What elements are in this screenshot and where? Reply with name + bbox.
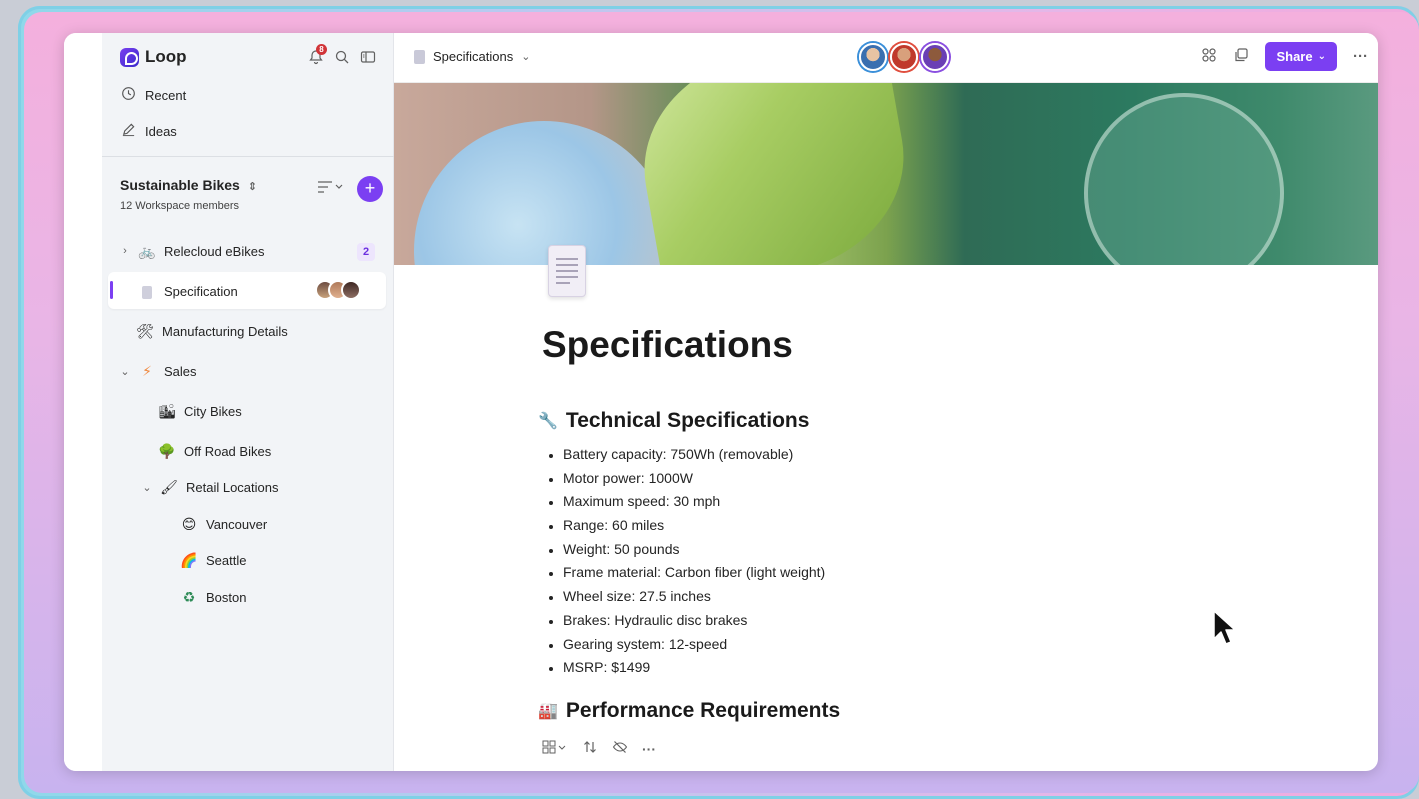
tree-icon: 🌳 — [158, 442, 176, 459]
tree-item-vancouver[interactable]: 😊 Vancouver — [180, 511, 268, 537]
copy-component-icon[interactable] — [1233, 47, 1249, 67]
page-notepad-icon[interactable] — [548, 245, 586, 297]
chevron-down-icon[interactable]: ⌄ — [140, 481, 154, 494]
list-item[interactable]: Weight: 50 pounds — [549, 538, 825, 562]
factory-icon: 🏭 — [538, 703, 558, 720]
notifications-bell-icon[interactable]: 8 — [308, 44, 327, 65]
tree-item-count-badge: 2 — [357, 243, 375, 261]
tree-item-specification[interactable]: Specification — [138, 278, 238, 304]
sidebar: Loop 8 Recent Ideas Sustainable Bikes ⇕ … — [102, 33, 394, 771]
face-icon: 😊 — [181, 515, 197, 532]
avatar[interactable] — [859, 43, 887, 71]
presence-avatars[interactable] — [859, 43, 949, 71]
apps-icon[interactable] — [1201, 47, 1217, 67]
search-icon[interactable] — [334, 49, 350, 65]
more-options-icon[interactable]: ··· — [642, 741, 656, 757]
tree-item-off-road-bikes[interactable]: 🌳 Off Road Bikes — [158, 438, 271, 464]
bike-icon: 🚲 — [138, 242, 156, 259]
tree-item-boston[interactable]: ♻ Boston — [180, 584, 247, 610]
nav-recent-label: Recent — [145, 87, 187, 103]
nav-recent[interactable]: Recent — [120, 86, 186, 104]
spec-list: Battery capacity: 750Wh (removable) Moto… — [549, 443, 825, 680]
tree-item-relecloud-ebikes[interactable]: › 🚲 Relecloud eBikes — [118, 238, 388, 264]
list-item[interactable]: Brakes: Hydraulic disc brakes — [549, 609, 825, 633]
notification-count: 8 — [316, 44, 327, 55]
layout-grid-icon[interactable] — [542, 739, 568, 758]
sort-menu-icon[interactable] — [317, 180, 345, 198]
top-bar: Specifications ⌄ Share ⌄ ··· — [394, 33, 1378, 83]
more-options-icon[interactable]: ··· — [1353, 48, 1368, 65]
chevron-down-icon: ⌄ — [521, 51, 531, 63]
nav-ideas[interactable]: Ideas — [120, 122, 177, 140]
list-item[interactable]: Range: 60 miles — [549, 514, 825, 538]
lightning-icon: ⚡ — [142, 362, 152, 379]
list-item[interactable]: Battery capacity: 750Wh (removable) — [549, 443, 825, 467]
page-title[interactable]: Specifications — [542, 324, 793, 366]
sidebar-divider — [102, 156, 394, 157]
breadcrumb-title: Specifications — [433, 49, 514, 64]
workspace-members: 12 Workspace members — [120, 200, 240, 212]
avatar — [341, 280, 361, 300]
list-item[interactable]: Motor power: 1000W — [549, 467, 825, 491]
tree-item-city-bikes[interactable]: 🏙 City Bikes — [158, 398, 242, 424]
tree-item-manufacturing-details[interactable]: 🛠 Manufacturing Details — [136, 318, 288, 344]
app-name: Loop — [145, 47, 187, 66]
loop-logo-icon — [120, 47, 139, 67]
pencil-icon — [120, 122, 136, 140]
nav-ideas-label: Ideas — [145, 123, 177, 139]
city-icon: 🏙 — [158, 402, 176, 419]
tree-item-sales[interactable]: ⌄ ⚡ Sales — [118, 358, 196, 384]
hide-icon[interactable] — [612, 739, 628, 758]
page-breadcrumb[interactable]: Specifications ⌄ — [414, 49, 530, 64]
wrench-icon: 🔧 — [538, 413, 558, 430]
chevron-down-icon: ⌄ — [1317, 51, 1326, 62]
list-item[interactable]: Gearing system: 12-speed — [549, 633, 825, 657]
loop-app-window: Loop 8 Recent Ideas Sustainable Bikes ⇕ … — [64, 33, 1378, 771]
workspace-switch-icon[interactable]: ⇕ — [248, 181, 257, 193]
collapse-sidebar-icon[interactable] — [360, 49, 376, 65]
document-icon — [414, 49, 425, 64]
workspace-tools: + — [317, 176, 383, 202]
chevron-down-icon[interactable]: ⌄ — [118, 365, 132, 378]
avatar[interactable] — [890, 43, 918, 71]
cover-image — [394, 83, 1378, 265]
section-heading-performance[interactable]: 🏭 Performance Requirements — [538, 699, 840, 723]
tools-icon: 🛠 — [136, 322, 154, 339]
sidebar-top-tools: 8 — [308, 44, 376, 65]
add-page-button[interactable]: + — [357, 176, 383, 202]
chevron-right-icon[interactable]: › — [118, 245, 132, 257]
brush-icon: 🖌 — [160, 478, 178, 495]
share-button[interactable]: Share ⌄ — [1265, 42, 1337, 71]
list-item[interactable]: Wheel size: 27.5 inches — [549, 585, 825, 609]
rainbow-icon: 🌈 — [180, 551, 198, 568]
selected-indicator — [110, 281, 113, 299]
section-heading-technical[interactable]: 🔧 Technical Specifications — [538, 409, 809, 433]
document-icon — [138, 283, 156, 299]
list-item[interactable]: MSRP: $1499 — [549, 656, 825, 680]
workspace-title[interactable]: Sustainable Bikes ⇕ — [120, 177, 257, 193]
app-brand[interactable]: Loop — [120, 47, 187, 67]
list-item[interactable]: Frame material: Carbon fiber (light weig… — [549, 561, 825, 585]
mouse-cursor-icon — [1213, 610, 1236, 645]
main-area: Specifications ⌄ Share ⌄ ··· Specificati… — [394, 33, 1378, 771]
top-right-tools: Share ⌄ ··· — [1201, 42, 1368, 71]
tree-item-retail-locations[interactable]: ⌄ 🖌 Retail Locations — [140, 474, 278, 500]
collaborator-avatars-small — [315, 280, 361, 300]
table-toolbar: ··· — [542, 739, 656, 758]
clock-icon — [120, 86, 136, 104]
recycle-icon: ♻ — [182, 588, 196, 605]
avatar[interactable] — [921, 43, 949, 71]
list-item[interactable]: Maximum speed: 30 mph — [549, 490, 825, 514]
tree-item-seattle[interactable]: 🌈 Seattle — [180, 547, 246, 573]
sort-icon[interactable] — [582, 739, 598, 758]
